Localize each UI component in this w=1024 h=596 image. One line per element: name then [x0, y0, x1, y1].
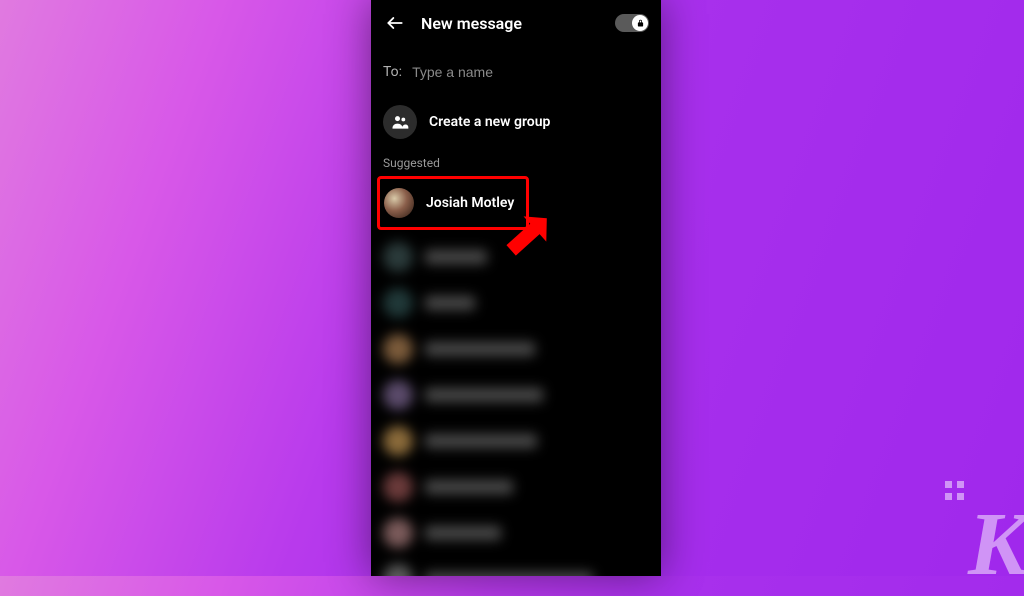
toggle-knob: [632, 15, 648, 31]
list-item[interactable]: [383, 510, 649, 556]
contact-name: [425, 342, 535, 356]
avatar: [384, 188, 414, 218]
contact-name: [425, 296, 475, 310]
contact-name: Josiah Motley: [426, 195, 514, 211]
page-title: New message: [421, 14, 601, 33]
contact-name: [425, 434, 537, 448]
blurred-suggestions: [383, 234, 649, 576]
contact-name: [425, 480, 513, 494]
avatar: [383, 472, 413, 502]
back-arrow-icon[interactable]: [383, 11, 407, 35]
contact-name: [425, 526, 501, 540]
list-item[interactable]: [383, 280, 649, 326]
avatar: [383, 518, 413, 548]
encryption-toggle[interactable]: [615, 14, 649, 32]
to-label: To:: [383, 64, 402, 80]
watermark-dots-icon: [945, 481, 964, 500]
create-group-row[interactable]: Create a new group: [383, 98, 649, 146]
phone-screen: New message To: Create a new group Sugge…: [371, 0, 661, 576]
avatar: [383, 380, 413, 410]
create-group-label: Create a new group: [429, 114, 550, 130]
contact-name: [425, 572, 593, 576]
list-item[interactable]: [383, 464, 649, 510]
list-item[interactable]: [383, 372, 649, 418]
list-item[interactable]: [383, 234, 649, 280]
contact-name: [425, 250, 487, 264]
highlight-annotation: Josiah Motley: [377, 176, 529, 230]
recipient-input[interactable]: [412, 64, 649, 80]
list-item[interactable]: [383, 326, 649, 372]
suggested-contact[interactable]: Josiah Motley: [384, 181, 522, 225]
avatar: [383, 426, 413, 456]
list-item[interactable]: [383, 418, 649, 464]
watermark: K: [968, 493, 1024, 596]
avatar: [383, 242, 413, 272]
contact-name: [425, 388, 543, 402]
suggested-heading: Suggested: [383, 156, 649, 170]
to-field-row: To:: [383, 52, 649, 92]
title-bar: New message: [383, 0, 649, 46]
avatar: [383, 288, 413, 318]
avatar: [383, 564, 413, 576]
list-item[interactable]: [383, 556, 649, 576]
avatar: [383, 334, 413, 364]
group-icon: [383, 105, 417, 139]
